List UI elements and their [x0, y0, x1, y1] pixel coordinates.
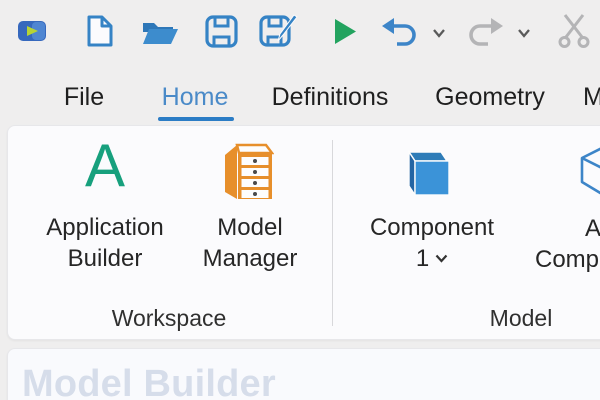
- undo-icon: [381, 17, 418, 48]
- model-manager-label-line2: Manager: [203, 243, 298, 274]
- new-file-button[interactable]: [84, 14, 116, 48]
- model-manager-label-line1: Model: [203, 212, 298, 243]
- app-logo-glyph: [17, 19, 47, 43]
- save-as-icon: [259, 13, 299, 50]
- open-file-button[interactable]: [141, 17, 179, 47]
- model-builder-title: Model Builder: [22, 363, 276, 400]
- save-as-button[interactable]: [259, 13, 299, 50]
- add-component-button-line1[interactable]: Add: [585, 213, 600, 244]
- ribbon-group-separator: [332, 140, 333, 326]
- application-builder-label-line1: Application: [46, 212, 163, 243]
- model-manager-button[interactable]: Model Manager: [203, 212, 298, 274]
- model-manager-icon[interactable]: [222, 141, 274, 201]
- save-button[interactable]: [205, 15, 238, 48]
- tab-definitions[interactable]: Definitions: [272, 82, 389, 112]
- add-component-button-line2[interactable]: Component: [535, 244, 600, 275]
- component-label-line1: Component: [370, 212, 494, 243]
- component-label-line2: 1: [370, 243, 494, 274]
- run-icon: [333, 18, 357, 45]
- chevron-down-icon: [432, 28, 446, 38]
- cube-icon: [406, 145, 452, 197]
- open-folder-icon: [141, 17, 179, 47]
- tab-home[interactable]: Home: [162, 82, 229, 112]
- cabinet-icon: [222, 141, 274, 201]
- cut-scissors-icon: [557, 13, 591, 49]
- component-number: 1: [416, 245, 429, 272]
- chevron-down-icon: [517, 28, 531, 38]
- undo-button[interactable]: [381, 17, 418, 48]
- component-icon[interactable]: [406, 145, 452, 197]
- app-logo-icon[interactable]: [16, 18, 48, 44]
- active-tab-underline: [158, 117, 234, 121]
- new-file-icon: [85, 15, 115, 47]
- redo-dropdown-button[interactable]: [516, 27, 531, 38]
- tab-file[interactable]: File: [64, 82, 104, 112]
- undo-dropdown-button[interactable]: [431, 27, 446, 38]
- save-icon: [205, 15, 238, 48]
- add-component-icon[interactable]: [578, 146, 600, 196]
- tab-geometry[interactable]: Geometry: [435, 82, 545, 112]
- run-button[interactable]: [333, 18, 357, 45]
- redo-icon: [467, 17, 504, 48]
- wireframe-box-icon: [578, 146, 600, 196]
- comsol-window: File Home Definitions Geometry M A Appli…: [0, 0, 600, 400]
- application-builder-icon[interactable]: A: [85, 136, 125, 196]
- application-builder-label-line2: Builder: [46, 243, 163, 274]
- component-button[interactable]: Component 1: [370, 212, 494, 274]
- redo-button[interactable]: [467, 17, 504, 48]
- group-label-model: Model: [490, 306, 553, 330]
- application-builder-button[interactable]: Application Builder: [46, 212, 163, 274]
- component-dropdown-chevron-icon[interactable]: [435, 254, 448, 263]
- cut-button[interactable]: [556, 12, 592, 50]
- group-label-workspace: Workspace: [112, 306, 227, 330]
- tab-materials-clipped[interactable]: M: [583, 82, 600, 112]
